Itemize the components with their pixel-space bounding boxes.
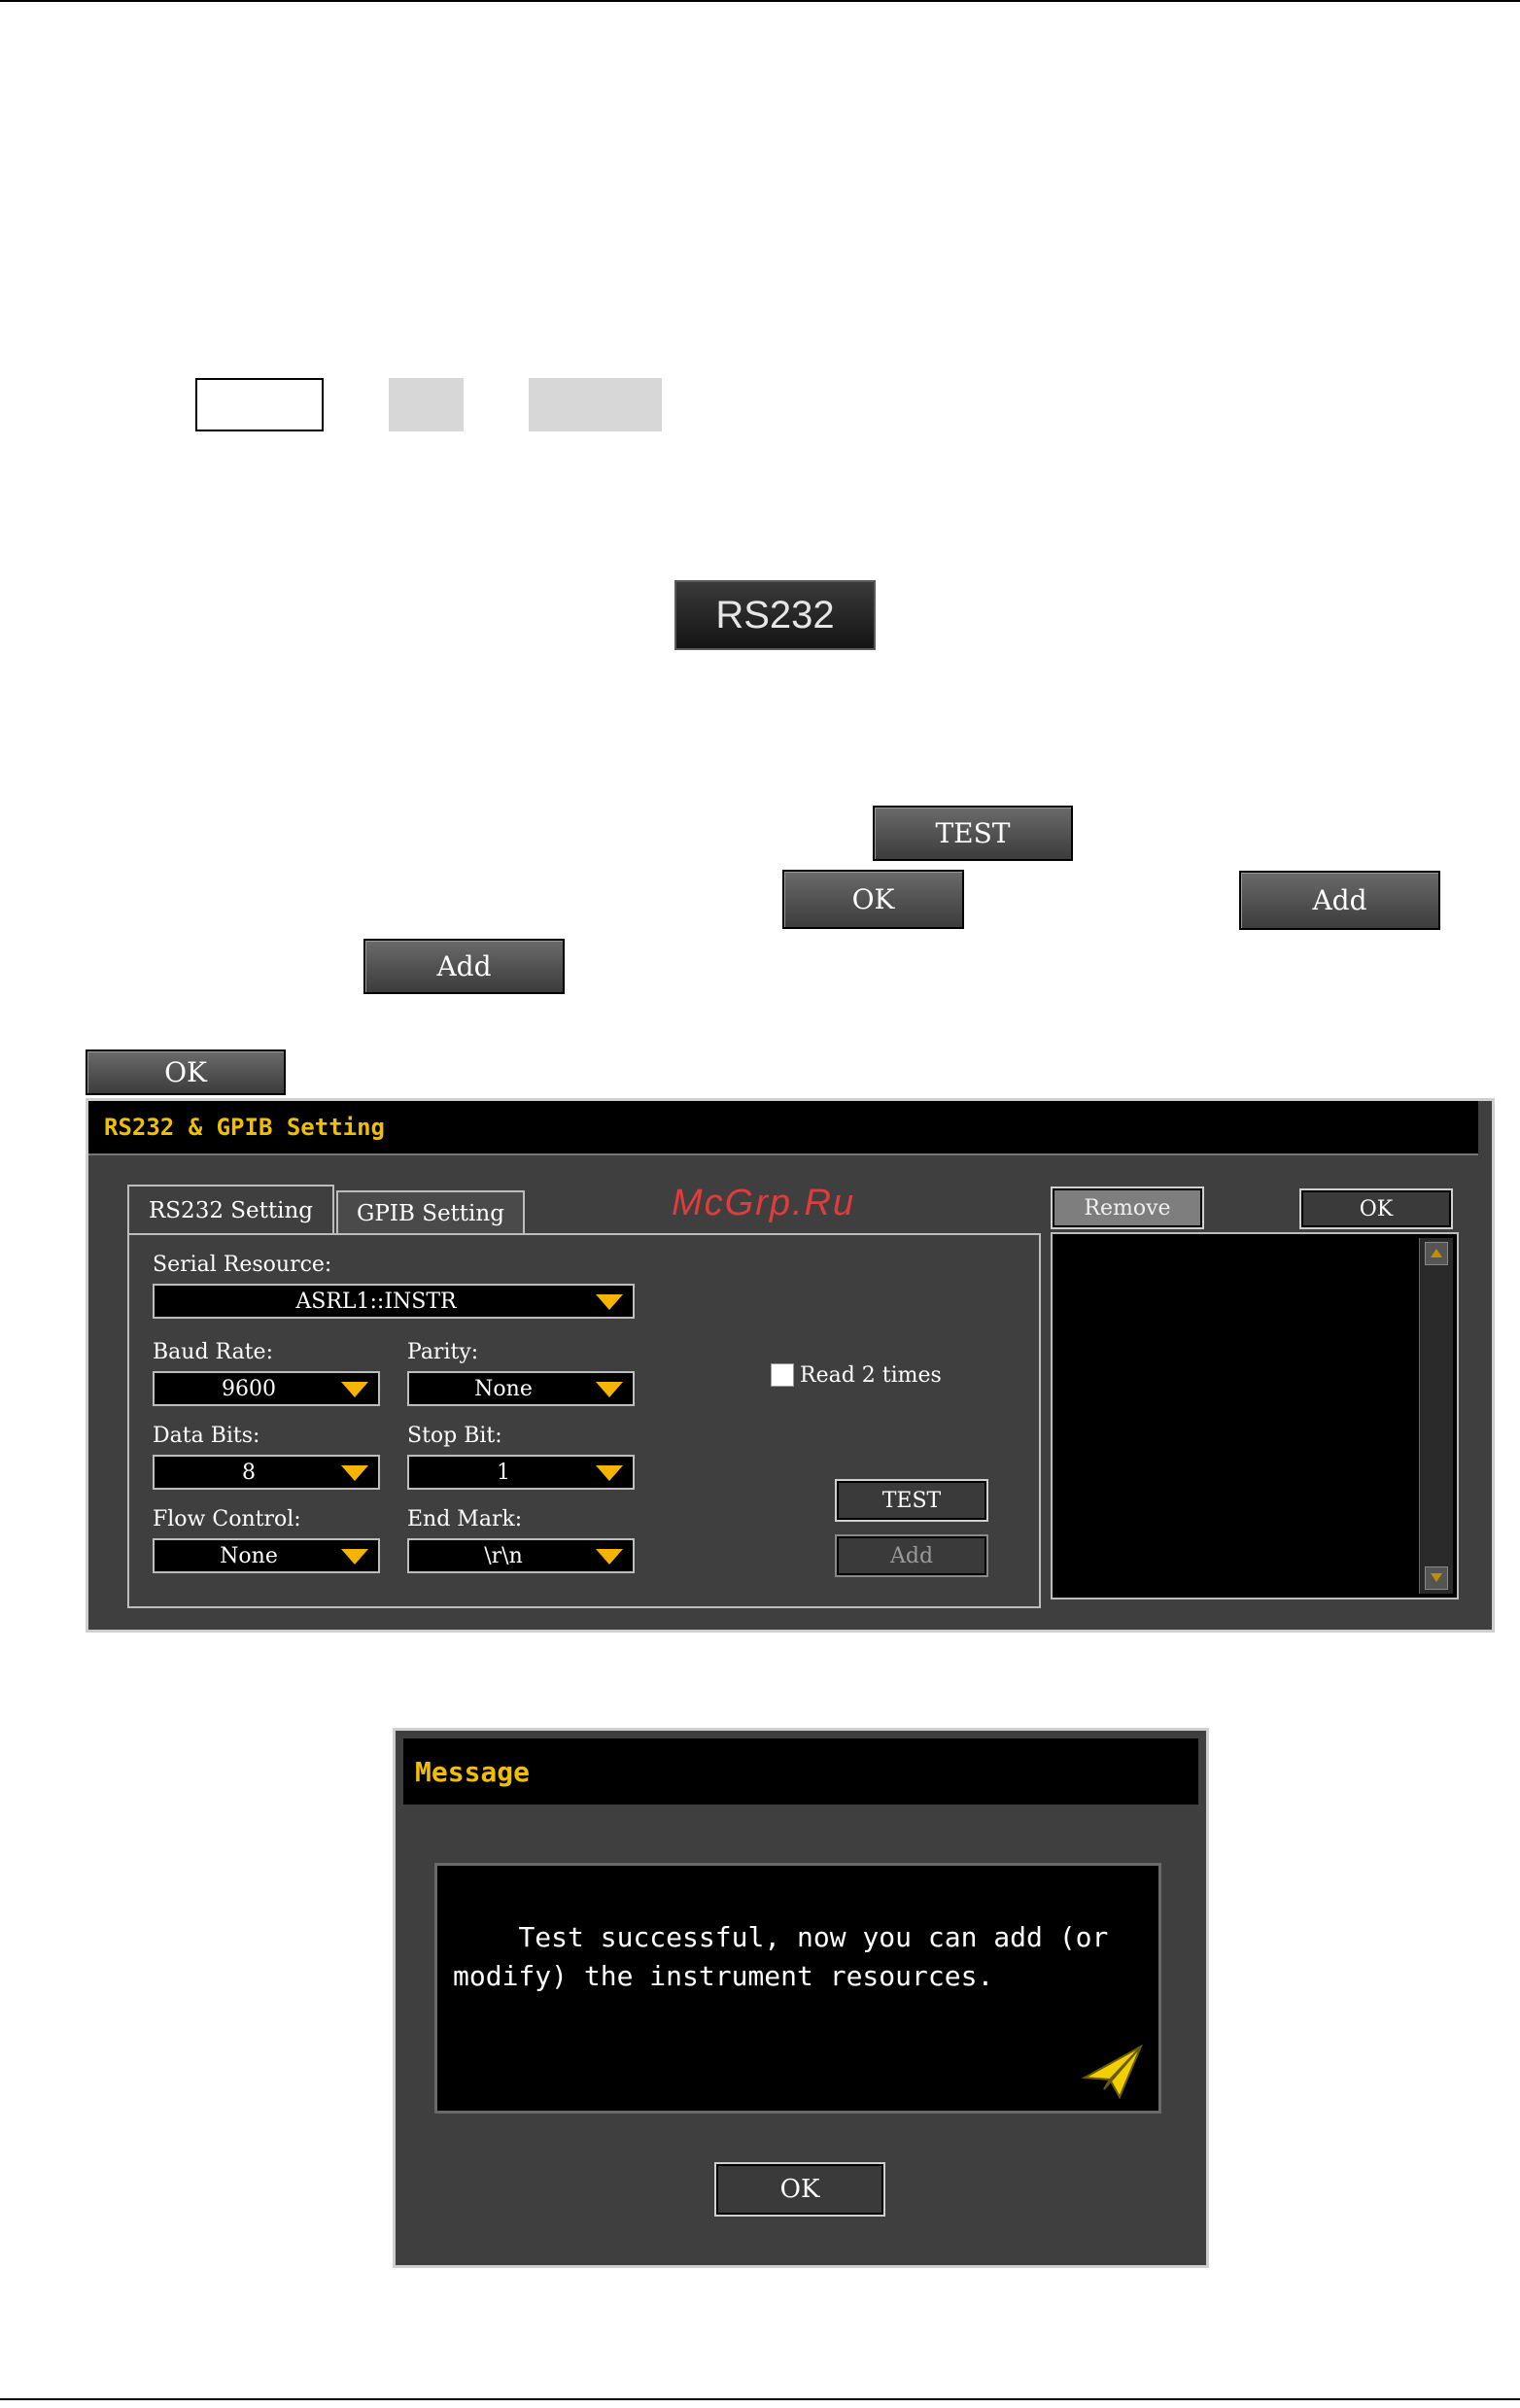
baud-rate-label: Baud Rate: xyxy=(153,1340,273,1364)
add-button[interactable]: Add xyxy=(835,1534,988,1577)
rs232-gpib-dialog: RS232 & GPIB Setting RS232 Setting GPIB … xyxy=(86,1098,1495,1633)
serial-resource-value: ASRL1::INSTR xyxy=(295,1289,457,1314)
remove-button[interactable]: Remove xyxy=(1051,1187,1204,1229)
ok-button[interactable]: OK xyxy=(1299,1188,1453,1229)
stop-bit-label: Stop Bit: xyxy=(407,1424,502,1448)
data-bits-dropdown[interactable]: 8 xyxy=(153,1455,380,1490)
chevron-down-icon xyxy=(341,1465,368,1481)
scroll-down-icon[interactable] xyxy=(1425,1566,1448,1590)
parity-label: Parity: xyxy=(407,1340,479,1364)
watermark: McGrp.Ru xyxy=(672,1183,856,1223)
serial-resource-label: Serial Resource: xyxy=(153,1253,332,1277)
message-title: Message xyxy=(403,1738,1198,1805)
add-inline-button-left[interactable]: Add xyxy=(363,939,565,994)
ok-inline-button-2[interactable]: OK xyxy=(86,1049,286,1095)
serial-resource-dropdown[interactable]: ASRL1::INSTR xyxy=(153,1284,635,1319)
chevron-down-icon xyxy=(341,1382,368,1397)
tab-rs232-setting[interactable]: RS232 Setting xyxy=(127,1185,334,1235)
scroll-up-icon[interactable] xyxy=(1425,1242,1448,1265)
resource-list[interactable] xyxy=(1051,1232,1459,1600)
message-text: Test successful, now you can add (or mod… xyxy=(453,1921,1109,1992)
baud-rate-dropdown[interactable]: 9600 xyxy=(153,1371,380,1406)
flow-control-dropdown[interactable]: None xyxy=(153,1538,380,1573)
message-dialog: Message Test successful, now you can add… xyxy=(393,1728,1209,2268)
ok-inline-button[interactable]: OK xyxy=(782,870,964,929)
read-2-times-checkbox[interactable] xyxy=(771,1363,794,1387)
bottom-rule xyxy=(0,2398,1520,2400)
read-2-times-label: Read 2 times xyxy=(800,1363,942,1388)
paper-plane-icon xyxy=(1081,2045,1143,2099)
list-scrollbar[interactable] xyxy=(1419,1238,1453,1594)
flow-control-label: Flow Control: xyxy=(153,1507,301,1531)
test-button[interactable]: TEST xyxy=(835,1479,988,1522)
message-body: Test successful, now you can add (or mod… xyxy=(434,1863,1161,2114)
end-mark-label: End Mark: xyxy=(407,1507,523,1531)
stop-bit-dropdown[interactable]: 1 xyxy=(407,1455,635,1490)
rs232-softkey[interactable]: RS232 xyxy=(674,580,876,650)
rs232-setting-panel: Serial Resource: ASRL1::INSTR Baud Rate:… xyxy=(127,1233,1041,1608)
key-grey-box-long xyxy=(529,378,662,431)
parity-dropdown[interactable]: None xyxy=(407,1371,635,1406)
chevron-down-icon xyxy=(596,1382,623,1397)
test-inline-button[interactable]: TEST xyxy=(873,806,1073,861)
key-outline-box xyxy=(195,378,324,431)
chevron-down-icon xyxy=(596,1465,623,1481)
message-ok-button[interactable]: OK xyxy=(714,2162,885,2217)
tab-gpib-setting[interactable]: GPIB Setting xyxy=(336,1190,525,1235)
dialog-title: RS232 & GPIB Setting xyxy=(88,1101,1478,1155)
chevron-down-icon xyxy=(596,1294,623,1310)
top-rule xyxy=(0,0,1520,2)
data-bits-label: Data Bits: xyxy=(153,1424,260,1448)
chevron-down-icon xyxy=(596,1549,623,1565)
key-grey-box-short xyxy=(389,378,464,431)
chevron-down-icon xyxy=(341,1549,368,1565)
end-mark-dropdown[interactable]: \r\n xyxy=(407,1538,635,1573)
add-inline-button-right[interactable]: Add xyxy=(1239,871,1440,930)
